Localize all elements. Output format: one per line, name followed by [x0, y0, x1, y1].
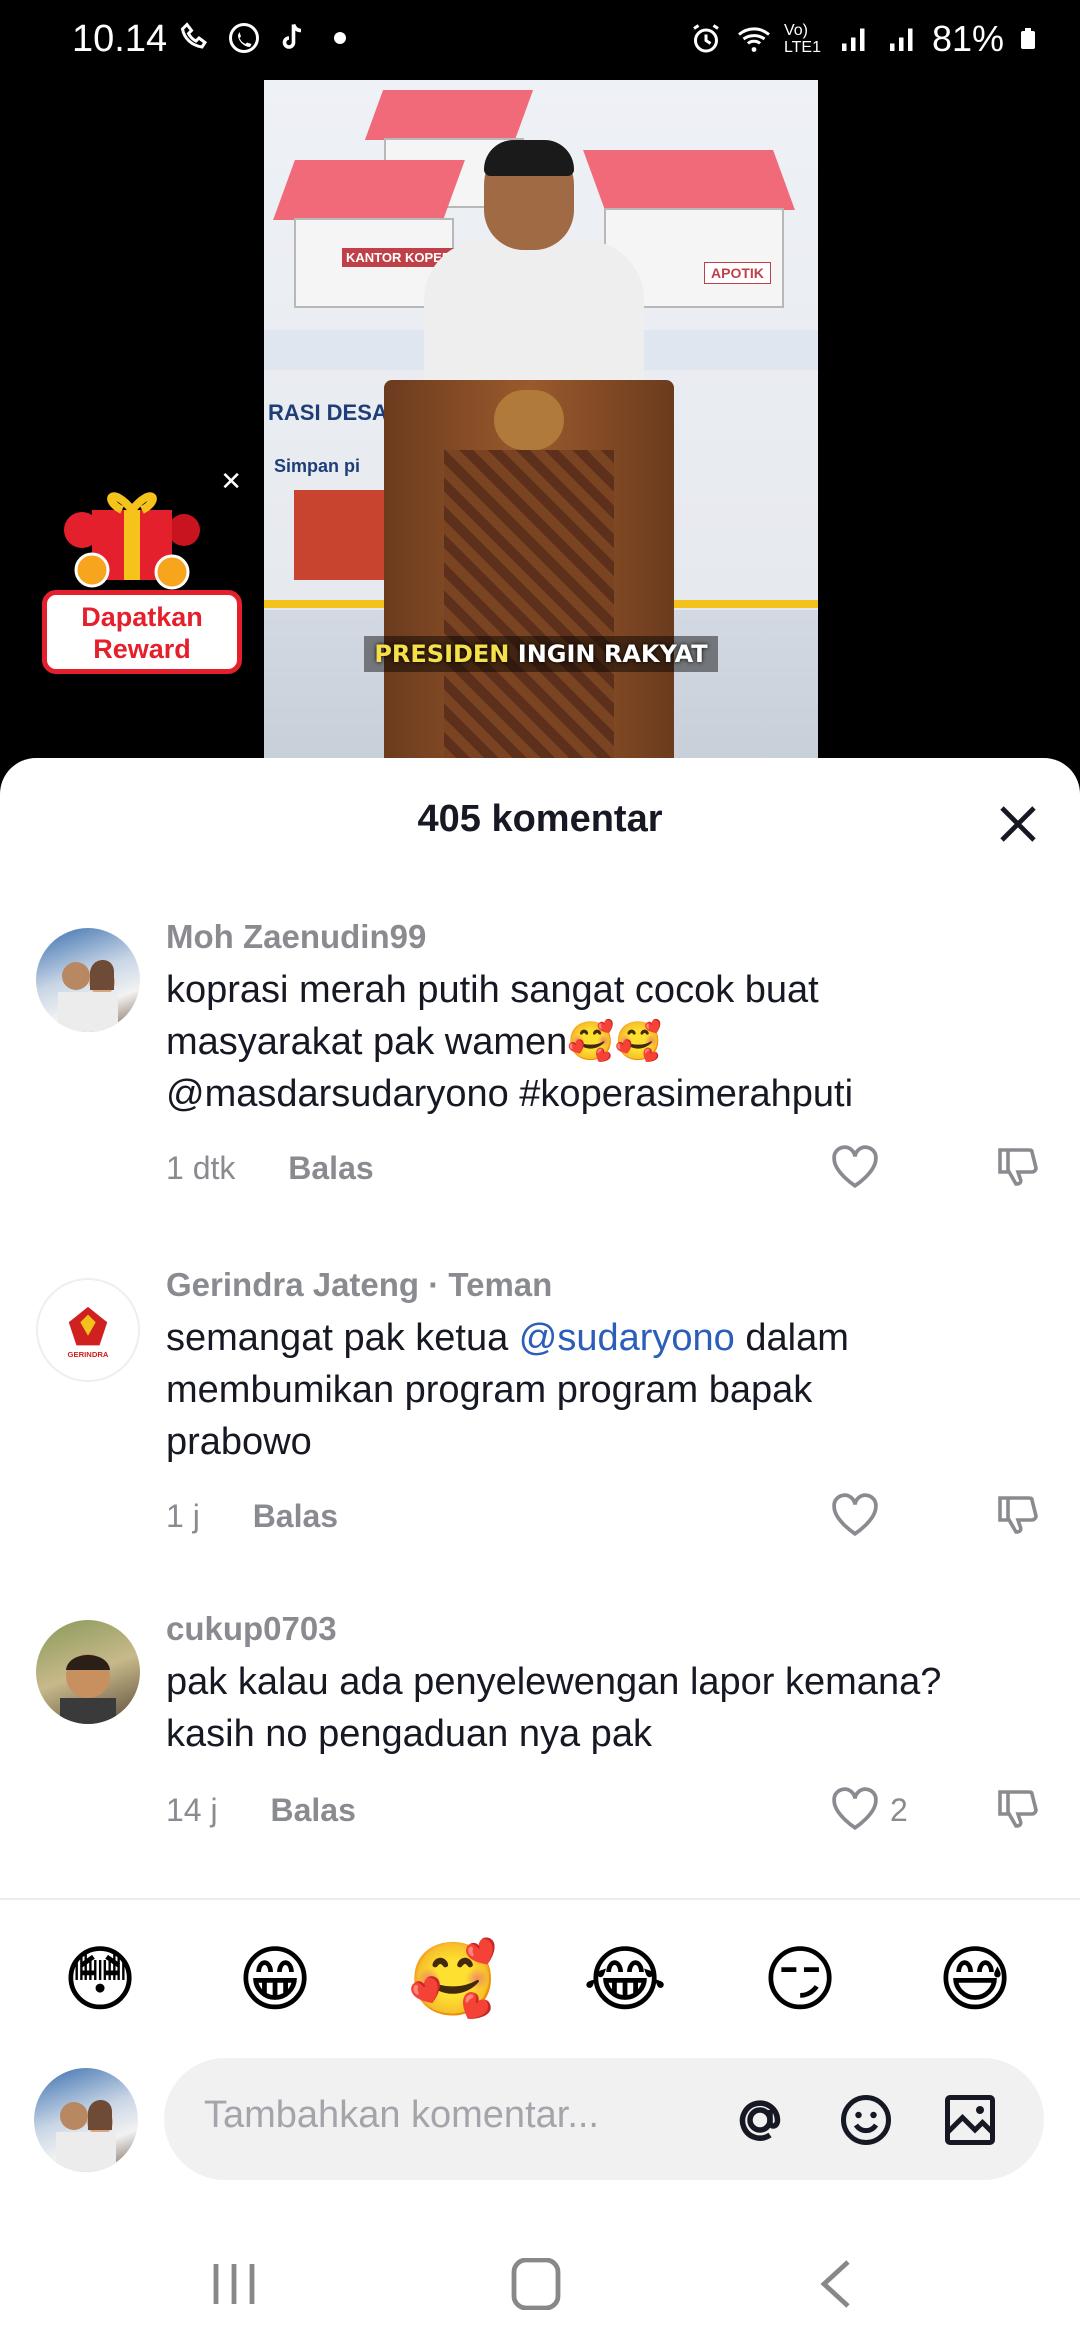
comment-text: pak kalau ada penyelewengan lapor kemana… — [166, 1656, 1066, 1760]
comment-input-row: Tambahkan komentar... — [0, 2058, 1080, 2198]
battery-percent: 81% — [931, 18, 1004, 59]
reward-label[interactable]: Dapatkan Reward — [42, 590, 242, 674]
comment-meta: 1 j Balas — [166, 1498, 338, 1535]
dislike-icon[interactable] — [994, 1490, 1042, 1538]
avatar[interactable] — [36, 928, 140, 1032]
sign-apotik: APOTIK — [704, 262, 771, 284]
emoji-grin[interactable]: 😁 — [233, 1938, 317, 2022]
comment-sheet: 405 komentar Moh Zaenudin99 koprasi mera… — [0, 758, 1080, 2340]
emoji-tears-of-joy[interactable]: 😂 — [583, 1938, 667, 2022]
caption-highlight: PRESIDEN — [374, 640, 510, 668]
my-avatar — [34, 2068, 138, 2172]
reward-close-icon[interactable]: ✕ — [220, 466, 242, 497]
reply-button[interactable]: Balas — [288, 1150, 373, 1186]
dislike-icon[interactable] — [994, 1142, 1042, 1190]
comment-input[interactable]: Tambahkan komentar... — [164, 2058, 1044, 2180]
board-text-1: RASI DESA — [268, 400, 388, 425]
podium — [384, 380, 674, 760]
phone-call-icon — [180, 22, 208, 49]
heart-icon[interactable] — [830, 1144, 880, 1190]
comment-meta: 14 j Balas — [166, 1792, 356, 1829]
comment-text-post: dalam — [734, 1317, 849, 1359]
recent-apps-icon[interactable] — [204, 2258, 264, 2310]
comment-text-line: @masdarsudaryono #koperasimerahputi — [166, 1073, 854, 1115]
notification-dot-icon — [334, 32, 346, 44]
dislike-icon[interactable] — [994, 1784, 1042, 1832]
avatar[interactable]: GERINDRA — [36, 1278, 140, 1382]
reply-button[interactable]: Balas — [270, 1792, 355, 1828]
comment-text: semangat pak ketua @sudaryono dalam memb… — [166, 1312, 1066, 1468]
video-player[interactable]: KANTOR KOPERASI APOTIK RASI DESA Simpan … — [0, 80, 1080, 760]
comment-text-line: koprasi merah putih sangat cocok buat — [166, 969, 819, 1011]
mention-icon[interactable] — [730, 2090, 790, 2150]
battery-icon — [1021, 28, 1035, 49]
comment-text-line: prabowo — [166, 1421, 312, 1463]
emoji-smiling-hearts[interactable]: 🥰 — [408, 1938, 498, 2022]
divider — [0, 1898, 1080, 1900]
caption-rest: INGIN RAKYAT — [509, 640, 708, 668]
signal-icon-1 — [841, 28, 865, 51]
home-icon[interactable] — [506, 2258, 566, 2310]
emoji-flushed[interactable]: 😳 — [58, 1938, 142, 2022]
comment-text: koprasi merah putih sangat cocok buat ma… — [166, 964, 1066, 1120]
reply-button[interactable]: Balas — [253, 1498, 338, 1534]
emoji-quick-row: 😳 😁 🥰 😂 😏 😅 — [0, 1938, 1080, 2038]
emoji-sweat-smile[interactable]: 😅 — [933, 1938, 1017, 2022]
comment-text-line: masyarakat pak wamen🥰🥰 — [166, 1021, 662, 1063]
gift-icon — [64, 492, 200, 590]
comment-input-placeholder: Tambahkan komentar... — [204, 2094, 599, 2136]
signal-icon-2 — [889, 28, 913, 51]
tiktok-icon — [282, 23, 302, 49]
comment-username[interactable]: cukup0703 — [166, 1610, 337, 1648]
mention-link[interactable]: @sudaryono — [519, 1317, 735, 1359]
clock: 10.14 — [72, 18, 168, 60]
reward-badge[interactable]: ✕ Dapatkan Reward — [22, 460, 246, 680]
alarm-icon — [693, 24, 719, 53]
comment-time: 1 j — [166, 1498, 200, 1534]
comment-time: 1 dtk — [166, 1150, 236, 1186]
comment-username[interactable]: Gerindra Jateng · Teman — [166, 1266, 552, 1304]
close-icon[interactable] — [994, 800, 1042, 848]
status-bar: 10.14 Vo) LTE1 81% — [0, 0, 1080, 80]
video-frame[interactable]: KANTOR KOPERASI APOTIK RASI DESA Simpan … — [264, 80, 818, 760]
board-text-2: Simpan pi — [274, 456, 361, 476]
comment-text-line: kasih no pengaduan nya pak — [166, 1713, 652, 1755]
image-icon[interactable] — [940, 2090, 1000, 2150]
emoji-picker-icon[interactable] — [836, 2090, 896, 2150]
comment-text-pre: semangat pak ketua — [166, 1317, 519, 1359]
system-nav-bar — [0, 2228, 1080, 2340]
wifi-icon — [737, 27, 770, 52]
emoji-smirk[interactable]: 😏 — [758, 1938, 842, 2022]
video-caption: PRESIDEN INGIN RAKYAT — [264, 636, 818, 680]
comment-text-line: pak kalau ada penyelewengan lapor kemana… — [166, 1661, 942, 1703]
whatsapp-icon — [229, 23, 259, 53]
heart-icon[interactable] — [830, 1786, 880, 1832]
heart-icon[interactable] — [830, 1492, 880, 1538]
speaker-figure — [404, 140, 644, 440]
network-label: Vo) LTE1 — [783, 22, 821, 56]
comment-text-line: semangat pak ketua @sudaryono dalam — [166, 1312, 1066, 1364]
gerindra-avatar-label: GERINDRA — [67, 1350, 108, 1359]
comment-count-title: 405 komentar — [417, 798, 663, 840]
comment-time: 14 j — [166, 1792, 218, 1828]
comment-username[interactable]: Moh Zaenudin99 — [166, 918, 426, 956]
back-icon[interactable] — [808, 2258, 868, 2310]
comment-text-line: membumikan program program bapak — [166, 1369, 813, 1411]
avatar[interactable] — [36, 1620, 140, 1724]
comment-meta: 1 dtk Balas — [166, 1150, 374, 1187]
reward-line-1: Dapatkan — [81, 602, 203, 632]
like-count: 2 — [890, 1792, 908, 1828]
reward-line-2: Reward — [93, 634, 191, 664]
